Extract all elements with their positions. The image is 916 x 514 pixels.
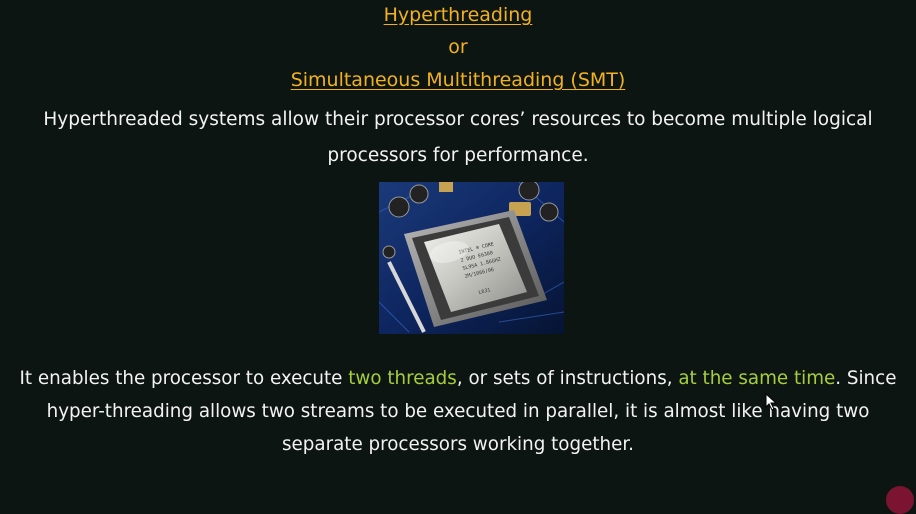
description-text-1: It enables the processor to execute [19, 368, 349, 389]
title-smt: Simultaneous Multithreading (SMT) [290, 69, 626, 91]
title-or: or [448, 36, 468, 58]
mouse-cursor-icon [764, 392, 778, 415]
title-hyperthreading: Hyperthreading [383, 4, 533, 26]
highlight-two-threads: two threads [348, 368, 457, 389]
highlight-same-time: at the same time [678, 368, 836, 389]
description-text-2: , or sets of instructions, [456, 368, 679, 389]
corner-logo-icon [886, 486, 914, 514]
cpu-motherboard-photo: INTEL ® CORE 2 DUO E6300 SL9SA 1.86GHZ 2… [379, 182, 564, 334]
intro-paragraph: Hyperthreaded systems allow their proces… [43, 109, 873, 166]
